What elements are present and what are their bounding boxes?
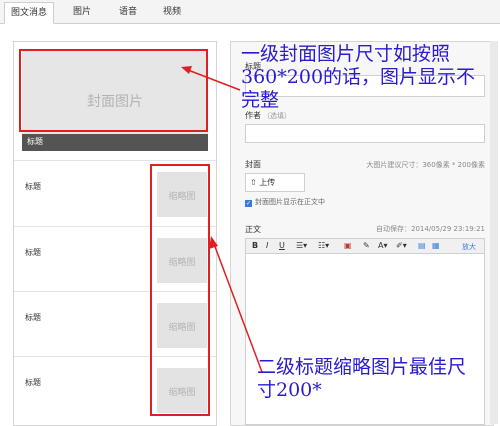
cover-arrowhead-icon — [181, 66, 192, 74]
thumbnail-annotation: 二级标题缩略图片最佳尺寸200* — [257, 356, 467, 401]
thumb-arrow-line — [213, 243, 263, 373]
cover-annotation: 一级封面图片尺寸如按照360*200的话，图片显示不完整 — [241, 43, 476, 111]
cover-arrow-line — [187, 69, 241, 91]
thumb-arrowhead-icon — [209, 236, 218, 249]
